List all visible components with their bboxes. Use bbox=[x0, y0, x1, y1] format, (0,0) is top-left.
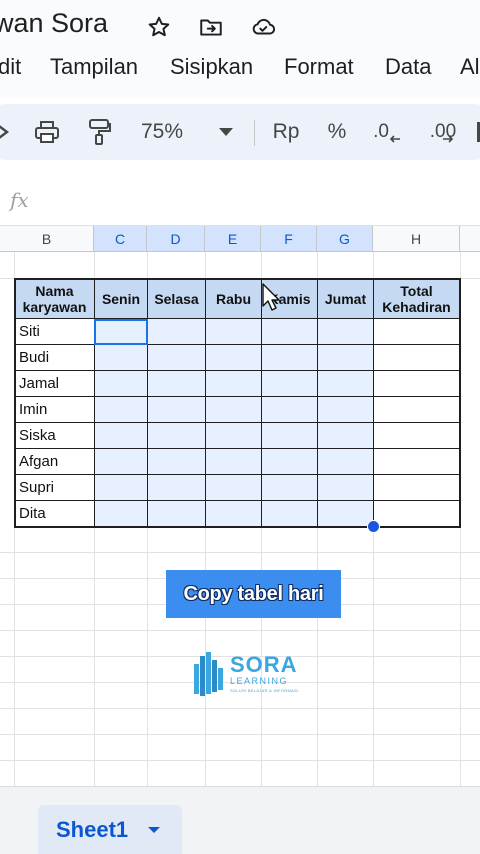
logo-mark-icon bbox=[194, 652, 223, 696]
redo-icon[interactable] bbox=[0, 104, 14, 160]
menu-format[interactable]: Format bbox=[284, 52, 354, 82]
percent-button[interactable]: % bbox=[324, 104, 350, 160]
sheet-tab-bar: Sheet1 bbox=[0, 786, 480, 854]
name-cell[interactable]: Afgan bbox=[19, 449, 58, 475]
column-header-i[interactable] bbox=[460, 226, 480, 252]
formula-input[interactable] bbox=[50, 190, 470, 214]
caption-text: Copy tabel hari bbox=[183, 582, 324, 605]
table-border bbox=[14, 422, 460, 423]
sheet-grid[interactable]: B C D E F G H Nama karyawan Senin Selasa bbox=[0, 226, 480, 786]
name-cell[interactable]: Imin bbox=[19, 397, 47, 423]
print-icon[interactable] bbox=[32, 104, 62, 160]
menu-data[interactable]: Data bbox=[385, 52, 431, 82]
column-header-c[interactable]: C bbox=[94, 226, 147, 252]
header-selasa[interactable]: Selasa bbox=[148, 279, 205, 319]
document-title[interactable]: wan Sora bbox=[0, 8, 108, 39]
column-header-d[interactable]: D bbox=[147, 226, 205, 252]
column-header-e[interactable]: E bbox=[205, 226, 261, 252]
active-cell[interactable] bbox=[94, 319, 148, 345]
move-to-folder-icon[interactable] bbox=[198, 14, 224, 40]
sora-learning-logo: SORA LEARNING SOLUSI BELAJAR & INFORMASI bbox=[192, 648, 302, 700]
formula-bar[interactable]: fx bbox=[0, 178, 480, 226]
gridline bbox=[0, 760, 480, 761]
header-nama-karyawan[interactable]: Nama karyawan bbox=[15, 279, 94, 319]
header-jumat[interactable]: Jumat bbox=[318, 279, 373, 319]
mouse-pointer-icon bbox=[262, 283, 280, 316]
table-border bbox=[14, 526, 460, 528]
fill-handle[interactable] bbox=[367, 520, 380, 533]
logo-sub: LEARNING bbox=[230, 676, 289, 686]
star-icon[interactable] bbox=[146, 14, 172, 40]
more-formats-icon[interactable] bbox=[474, 104, 480, 160]
sheet-tab-sheet1[interactable]: Sheet1 bbox=[38, 805, 182, 854]
arrow-right-icon bbox=[443, 135, 454, 143]
gridline bbox=[0, 552, 480, 553]
table-border bbox=[14, 500, 460, 501]
gridline bbox=[0, 630, 480, 631]
header-senin[interactable]: Senin bbox=[95, 279, 147, 319]
column-header-g[interactable]: G bbox=[317, 226, 373, 252]
name-cell[interactable]: Siti bbox=[19, 319, 40, 345]
name-cell[interactable]: Dita bbox=[19, 501, 46, 527]
logo-name: SORA bbox=[230, 652, 298, 677]
cloud-saved-icon[interactable] bbox=[250, 14, 276, 40]
gridline bbox=[0, 734, 480, 735]
sheet-tab-label: Sheet1 bbox=[56, 817, 129, 842]
paint-format-icon[interactable] bbox=[84, 104, 114, 160]
fx-icon: fx bbox=[10, 188, 29, 212]
menu-tools[interactable]: Al bbox=[460, 52, 480, 82]
table-border bbox=[14, 396, 460, 397]
menu-view[interactable]: Tampilan bbox=[50, 52, 138, 82]
menu-edit[interactable]: dit bbox=[0, 52, 21, 82]
table-border bbox=[14, 474, 460, 475]
logo-tagline: SOLUSI BELAJAR & INFORMASI bbox=[230, 688, 299, 693]
table-border bbox=[459, 278, 461, 528]
gridline bbox=[0, 708, 480, 709]
video-caption: Copy tabel hari bbox=[166, 570, 341, 618]
table-border bbox=[14, 370, 460, 371]
decrease-decimal-label: .0 bbox=[373, 121, 389, 142]
toolbar-separator bbox=[254, 120, 255, 146]
increase-decimal-button[interactable]: .00 bbox=[422, 104, 462, 160]
name-cell[interactable]: Supri bbox=[19, 475, 54, 501]
dropdown-caret-icon[interactable] bbox=[216, 104, 236, 160]
table-border bbox=[14, 448, 460, 449]
chevron-down-icon[interactable] bbox=[148, 827, 161, 833]
toolbar-area: 75% Rp % .0 .00 bbox=[0, 98, 480, 164]
column-header-b[interactable]: B bbox=[0, 226, 94, 252]
header-rabu[interactable]: Rabu bbox=[206, 279, 261, 319]
column-header-h[interactable]: H bbox=[373, 226, 460, 252]
menu-bar: dit Tampilan Sisipkan Format Data Al bbox=[0, 52, 480, 98]
column-header-f[interactable]: F bbox=[261, 226, 317, 252]
title-bar: wan Sora bbox=[0, 0, 480, 52]
currency-button[interactable]: Rp bbox=[270, 104, 302, 160]
name-cell[interactable]: Budi bbox=[19, 345, 49, 371]
toolbar: 75% Rp % .0 .00 bbox=[0, 104, 480, 160]
decrease-decimal-button[interactable]: .0 bbox=[370, 104, 404, 160]
name-cell[interactable]: Jamal bbox=[19, 371, 59, 397]
table-border bbox=[14, 344, 460, 345]
header-total-kehadiran[interactable]: Total Kehadiran bbox=[374, 279, 459, 319]
arrow-left-icon bbox=[389, 135, 400, 143]
menu-insert[interactable]: Sisipkan bbox=[170, 52, 253, 82]
selection-range bbox=[94, 319, 373, 527]
name-cell[interactable]: Siska bbox=[19, 423, 56, 449]
zoom-select[interactable]: 75% bbox=[134, 104, 190, 160]
